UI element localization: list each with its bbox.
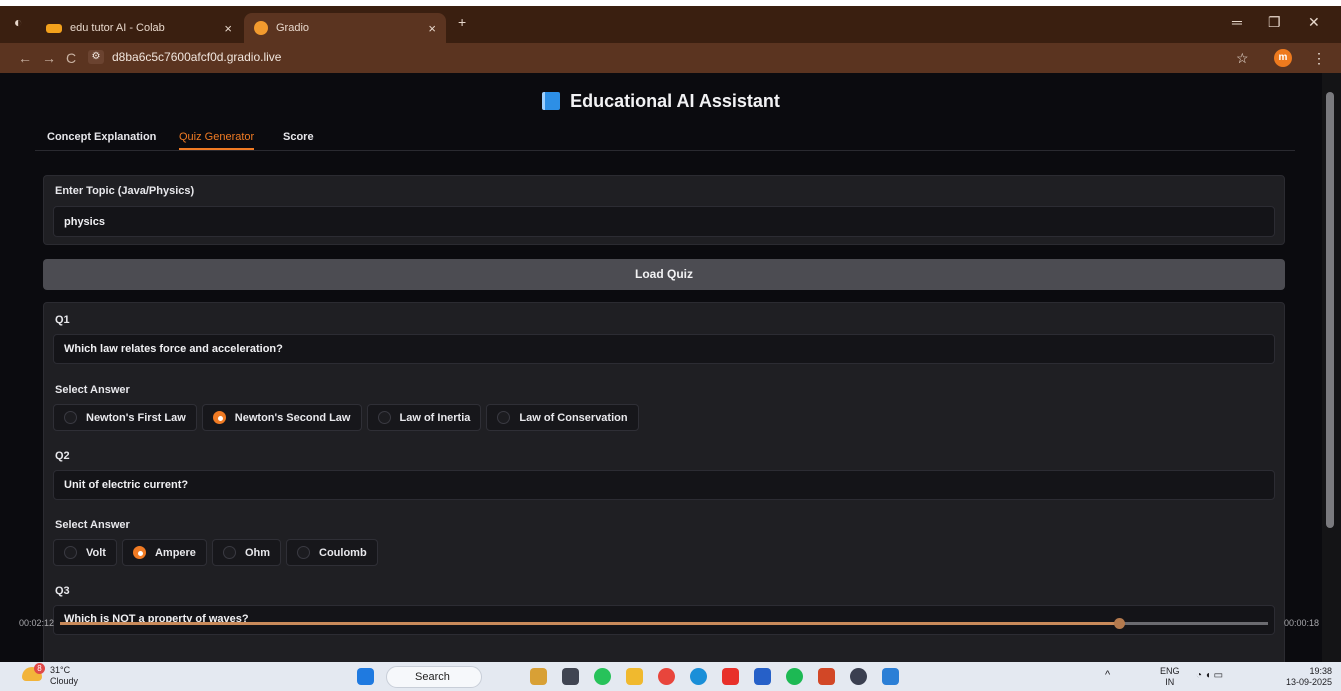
site-info-icon[interactable]: ⚙ xyxy=(88,50,104,64)
option-law-of-conservation[interactable]: Law of Conservation xyxy=(486,404,639,431)
tab-concept-explanation[interactable]: Concept Explanation xyxy=(47,131,156,148)
wifi-volume-battery-icon[interactable]: ◔ ◖ ▭ xyxy=(1196,670,1223,681)
select-answer-label-q1: Select Answer xyxy=(55,384,130,396)
address-bar: ← → C ⚙ d8ba6c5c7600afcf0d.gradio.live ☆… xyxy=(0,43,1341,73)
question-text-q3: Which is NOT a property of waves? xyxy=(53,605,1275,635)
language-indicator[interactable]: ENG IN xyxy=(1160,666,1180,688)
powerpoint-icon[interactable] xyxy=(818,668,835,685)
weather-badge: 8 xyxy=(34,663,45,674)
topic-panel: Enter Topic (Java/Physics) physics xyxy=(43,175,1285,245)
tab-score[interactable]: Score xyxy=(283,131,314,148)
browser-tab-gradio[interactable]: Gradio × xyxy=(244,13,446,43)
forward-icon[interactable]: → xyxy=(42,50,56,66)
browser-menu-dots-icon[interactable]: ⋮ xyxy=(1312,50,1326,67)
topic-input[interactable]: physics xyxy=(53,206,1275,237)
question-text-q1: Which law relates force and acceleration… xyxy=(53,334,1275,364)
bookmark-star-icon[interactable]: ☆ xyxy=(1236,50,1249,67)
radio-selected-icon xyxy=(212,411,226,424)
spotify-icon[interactable] xyxy=(786,668,803,685)
browser-menu-icon[interactable]: ◐ xyxy=(14,14,22,30)
profile-avatar[interactable]: m xyxy=(1274,49,1292,67)
page-content: Educational AI Assistant Concept Explana… xyxy=(0,73,1322,662)
weather-desc: Cloudy xyxy=(50,676,79,686)
video-progress-fill xyxy=(60,622,1120,625)
option-newtons-first-law[interactable]: Newton's First Law xyxy=(53,404,197,431)
tab-label: edu tutor AI - Colab xyxy=(70,22,165,34)
load-quiz-button[interactable]: Load Quiz xyxy=(43,259,1285,290)
media-player-icon[interactable] xyxy=(850,668,867,685)
option-volt[interactable]: Volt xyxy=(53,539,117,566)
new-tab-button[interactable]: + xyxy=(458,14,466,30)
radio-icon xyxy=(222,546,236,559)
close-window-icon[interactable]: ✕ xyxy=(1308,14,1320,31)
radio-icon xyxy=(377,411,391,424)
file-explorer-icon[interactable] xyxy=(626,668,643,685)
url-field[interactable]: d8ba6c5c7600afcf0d.gradio.live xyxy=(112,50,281,64)
restore-icon[interactable]: ❐ xyxy=(1268,14,1281,31)
chrome-icon[interactable] xyxy=(658,668,675,685)
tab-label: Gradio xyxy=(276,22,310,34)
photos-icon[interactable] xyxy=(882,668,899,685)
whatsapp-icon[interactable] xyxy=(594,668,611,685)
windows-start-icon[interactable] xyxy=(357,668,374,685)
close-icon[interactable]: × xyxy=(224,21,232,36)
gradio-icon xyxy=(254,21,268,35)
option-ohm[interactable]: Ohm xyxy=(211,539,281,566)
reload-icon[interactable]: C xyxy=(66,50,76,66)
colab-icon xyxy=(46,23,62,33)
radio-icon xyxy=(297,546,310,559)
edge-icon[interactable] xyxy=(690,668,707,685)
radio-icon xyxy=(497,411,511,424)
minimize-icon[interactable]: ═ xyxy=(1232,14,1242,30)
question-label-q3: Q3 xyxy=(55,585,70,597)
option-newtons-second-law[interactable]: Newton's Second Law xyxy=(201,404,362,431)
radio-selected-icon xyxy=(132,546,146,559)
topic-label: Enter Topic (Java/Physics) xyxy=(55,185,195,197)
weather-widget[interactable]: 31°C Cloudy xyxy=(50,665,78,687)
widgets-icon[interactable] xyxy=(530,668,547,685)
answer-options-q1: Newton's First Law Newton's Second Law L… xyxy=(53,404,639,431)
page-title: Educational AI Assistant xyxy=(0,91,1322,112)
select-answer-label-q2: Select Answer xyxy=(55,519,130,531)
video-remaining-time: 00:00:18 xyxy=(1284,618,1320,628)
quiz-panel: Q1 Which law relates force and accelerat… xyxy=(43,302,1285,662)
option-law-of-inertia[interactable]: Law of Inertia xyxy=(366,404,482,431)
tab-quiz-generator[interactable]: Quiz Generator xyxy=(179,131,255,150)
browser-tab-colab[interactable]: edu tutor AI - Colab × xyxy=(36,13,242,43)
book-icon xyxy=(542,92,561,110)
clock[interactable]: 19:38 13-09-2025 xyxy=(1268,666,1332,688)
radio-icon xyxy=(64,411,77,424)
radio-icon xyxy=(64,546,77,559)
option-coulomb[interactable]: Coulomb xyxy=(286,539,378,566)
scrollbar-thumb[interactable] xyxy=(1326,92,1334,528)
answer-options-q2: Volt Ampere Ohm Coulomb xyxy=(53,539,378,566)
video-elapsed-time: 00:02:12 xyxy=(19,618,55,628)
browser-tab-bar: ◐ edu tutor AI - Colab × Gradio × + ═ ❐ … xyxy=(0,6,1341,43)
option-ampere[interactable]: Ampere xyxy=(121,539,207,566)
tray-overflow-icon[interactable]: ^ xyxy=(1105,670,1110,681)
app-tabs: Concept Explanation Quiz Generator Score xyxy=(35,131,1295,151)
store-icon[interactable] xyxy=(754,668,771,685)
close-icon[interactable]: × xyxy=(428,21,436,36)
task-view-icon[interactable] xyxy=(562,668,579,685)
question-label-q1: Q1 xyxy=(55,314,70,326)
back-icon[interactable]: ← xyxy=(18,50,32,66)
question-text-q2: Unit of electric current? xyxy=(53,470,1275,500)
taskbar: 8 31°C Cloudy ⌕ Search ^ ENGIN ◔ ◖ ▭ 19:… xyxy=(0,662,1341,691)
youtube-icon[interactable] xyxy=(722,668,739,685)
question-label-q2: Q2 xyxy=(55,450,70,462)
taskbar-search[interactable]: Search xyxy=(386,666,482,688)
weather-temp: 31°C xyxy=(50,665,71,675)
